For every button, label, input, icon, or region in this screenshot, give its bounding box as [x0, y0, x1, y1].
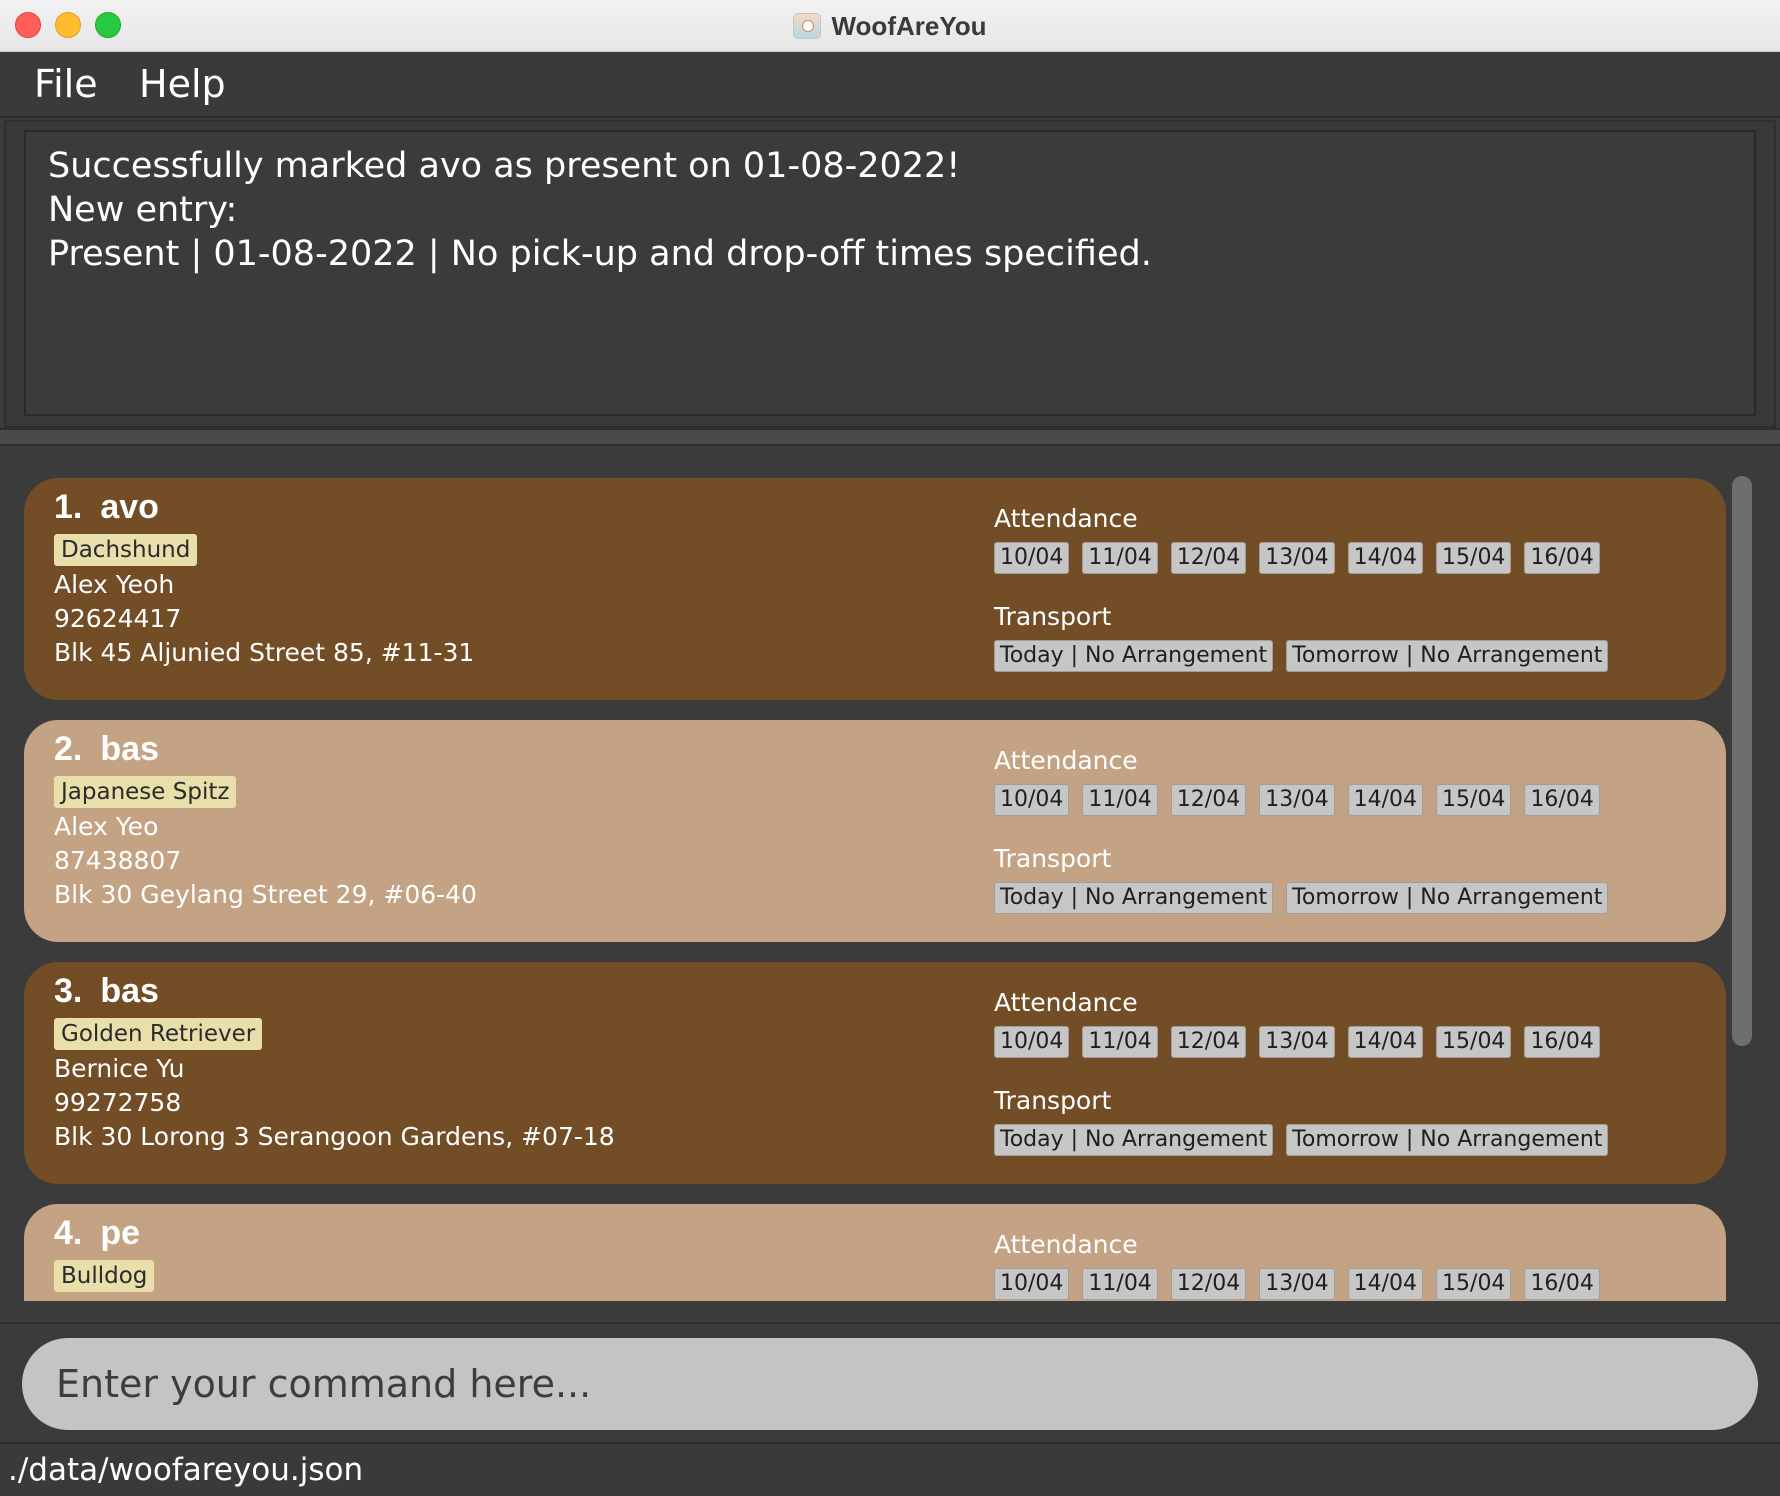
- attendance-date-tag: 15/04: [1436, 542, 1512, 574]
- pet-list-viewport: 1. avo Dachshund Alex Yeoh 92624417 Blk 4…: [0, 446, 1780, 1301]
- transport-tags: Today | No Arrangement Tomorrow | No Arr…: [994, 1124, 1609, 1156]
- transport-tomorrow-tag: Tomorrow | No Arrangement: [1286, 640, 1609, 672]
- pet-card[interactable]: 1. avo Dachshund Alex Yeoh 92624417 Blk 4…: [24, 478, 1726, 700]
- pet-card[interactable]: 3. bas Golden Retriever Bernice Yu 992727…: [24, 962, 1726, 1184]
- attendance-date-tag: 12/04: [1170, 542, 1247, 574]
- transport-tomorrow-tag: Tomorrow | No Arrangement: [1286, 1124, 1609, 1156]
- attendance-label: Attendance: [994, 988, 1138, 1017]
- transport-today-tag: Today | No Arrangement: [994, 1124, 1274, 1156]
- menu-bar: File Help: [0, 52, 1780, 118]
- attendance-date-tag: 11/04: [1082, 1268, 1158, 1300]
- address: Blk 45 Aljunied Street 85, #11-31: [54, 638, 475, 667]
- result-line: New entry:: [48, 190, 238, 230]
- attendance-label: Attendance: [994, 504, 1138, 533]
- attendance-date-tag: 10/04: [994, 784, 1070, 816]
- status-bar: ./data/woofareyou.json: [0, 1442, 1780, 1496]
- attendance-date-tag: 13/04: [1259, 1026, 1335, 1058]
- attendance-date-tag: 13/04: [1259, 542, 1335, 574]
- transport-label: Transport: [994, 1086, 1112, 1115]
- pet-name-heading: 1. avo: [54, 488, 159, 527]
- breed-tag: Dachshund: [54, 534, 198, 566]
- menu-help[interactable]: Help: [139, 62, 226, 106]
- attendance-date-tag: 15/04: [1436, 1268, 1512, 1300]
- result-line: Present | 01-08-2022 | No pick-up and dr…: [48, 234, 1152, 274]
- breed-tag: Golden Retriever: [54, 1018, 263, 1050]
- dog-app-icon: [793, 13, 822, 39]
- attendance-date-tag: 14/04: [1347, 542, 1424, 574]
- attendance-dates: 10/04 11/04 12/04 13/04 14/04 15/04 16/0…: [994, 1026, 1600, 1058]
- attendance-date-tag: 15/04: [1436, 784, 1512, 816]
- pet-name-heading: 4. pe: [54, 1214, 140, 1253]
- pet-card[interactable]: 4. pe Bulldog Attendance 10/04 11/04 12/0…: [24, 1204, 1726, 1301]
- attendance-date-tag: 11/04: [1082, 784, 1158, 816]
- pet-index: 2.: [54, 730, 83, 768]
- address: Blk 30 Lorong 3 Serangoon Gardens, #07-1…: [54, 1122, 615, 1151]
- list-scrollbar-thumb[interactable]: [1732, 476, 1752, 1046]
- attendance-date-tag: 12/04: [1170, 1268, 1247, 1300]
- attendance-date-tag: 14/04: [1347, 784, 1424, 816]
- list-scrollbar[interactable]: [1732, 476, 1752, 1296]
- attendance-label: Attendance: [994, 1230, 1138, 1259]
- attendance-date-tag: 16/04: [1524, 784, 1600, 816]
- owner-name: Alex Yeoh: [54, 570, 175, 599]
- command-area: [0, 1324, 1780, 1442]
- attendance-date-tag: 11/04: [1082, 1026, 1158, 1058]
- result-display: Successfully marked avo as present on 01…: [24, 130, 1756, 416]
- transport-tags: Today | No Arrangement Tomorrow | No Arr…: [994, 640, 1609, 672]
- attendance-dates: 10/04 11/04 12/04 13/04 14/04 15/04 16/0…: [994, 542, 1600, 574]
- panel-divider[interactable]: [0, 428, 1780, 446]
- pet-name: pe: [100, 1214, 141, 1252]
- transport-today-tag: Today | No Arrangement: [994, 640, 1274, 672]
- breed-tag: Bulldog: [54, 1260, 155, 1292]
- attendance-date-tag: 12/04: [1170, 1026, 1247, 1058]
- title-group: WoofAreYou: [0, 0, 1780, 52]
- attendance-date-tag: 10/04: [994, 1268, 1070, 1300]
- pet-name: avo: [100, 488, 159, 526]
- attendance-date-tag: 14/04: [1347, 1026, 1424, 1058]
- pet-card[interactable]: 2. bas Japanese Spitz Alex Yeo 87438807 B…: [24, 720, 1726, 942]
- pet-name-heading: 2. bas: [54, 730, 159, 769]
- pet-index: 3.: [54, 972, 83, 1010]
- transport-tomorrow-tag: Tomorrow | No Arrangement: [1286, 882, 1609, 914]
- attendance-date-tag: 10/04: [994, 542, 1070, 574]
- phone-number: 92624417: [54, 604, 182, 633]
- window-title: WoofAreYou: [831, 10, 987, 41]
- attendance-date-tag: 13/04: [1259, 1268, 1335, 1300]
- pet-index: 1.: [54, 488, 83, 526]
- command-input[interactable]: [22, 1338, 1758, 1430]
- pet-list[interactable]: 1. avo Dachshund Alex Yeoh 92624417 Blk 4…: [0, 446, 1780, 1324]
- attendance-dates: 10/04 11/04 12/04 13/04 14/04 15/04 16/0…: [994, 1268, 1600, 1300]
- pet-name-heading: 3. bas: [54, 972, 159, 1011]
- attendance-date-tag: 12/04: [1170, 784, 1247, 816]
- attendance-date-tag: 10/04: [994, 1026, 1070, 1058]
- attendance-date-tag: 16/04: [1524, 1268, 1600, 1300]
- transport-today-tag: Today | No Arrangement: [994, 882, 1274, 914]
- pet-index: 4.: [54, 1214, 83, 1252]
- window-titlebar: WoofAreYou: [0, 0, 1780, 52]
- attendance-dates: 10/04 11/04 12/04 13/04 14/04 15/04 16/0…: [994, 784, 1600, 816]
- attendance-date-tag: 11/04: [1082, 542, 1158, 574]
- attendance-date-tag: 16/04: [1524, 1026, 1600, 1058]
- attendance-date-tag: 15/04: [1436, 1026, 1512, 1058]
- transport-label: Transport: [994, 844, 1112, 873]
- attendance-date-tag: 13/04: [1259, 784, 1335, 816]
- result-line: Successfully marked avo as present on 01…: [48, 146, 961, 186]
- breed-tag: Japanese Spitz: [54, 776, 237, 808]
- attendance-date-tag: 14/04: [1347, 1268, 1424, 1300]
- save-file-path: ./data/woofareyou.json: [8, 1452, 364, 1488]
- attendance-date-tag: 16/04: [1524, 542, 1600, 574]
- owner-name: Bernice Yu: [54, 1054, 185, 1083]
- transport-label: Transport: [994, 602, 1112, 631]
- phone-number: 87438807: [54, 846, 182, 875]
- owner-name: Alex Yeo: [54, 812, 159, 841]
- pet-name: bas: [100, 730, 159, 768]
- menu-file[interactable]: File: [34, 62, 98, 106]
- attendance-label: Attendance: [994, 746, 1138, 775]
- transport-tags: Today | No Arrangement Tomorrow | No Arr…: [994, 882, 1609, 914]
- pet-name: bas: [100, 972, 159, 1010]
- address: Blk 30 Geylang Street 29, #06-40: [54, 880, 477, 909]
- phone-number: 99272758: [54, 1088, 182, 1117]
